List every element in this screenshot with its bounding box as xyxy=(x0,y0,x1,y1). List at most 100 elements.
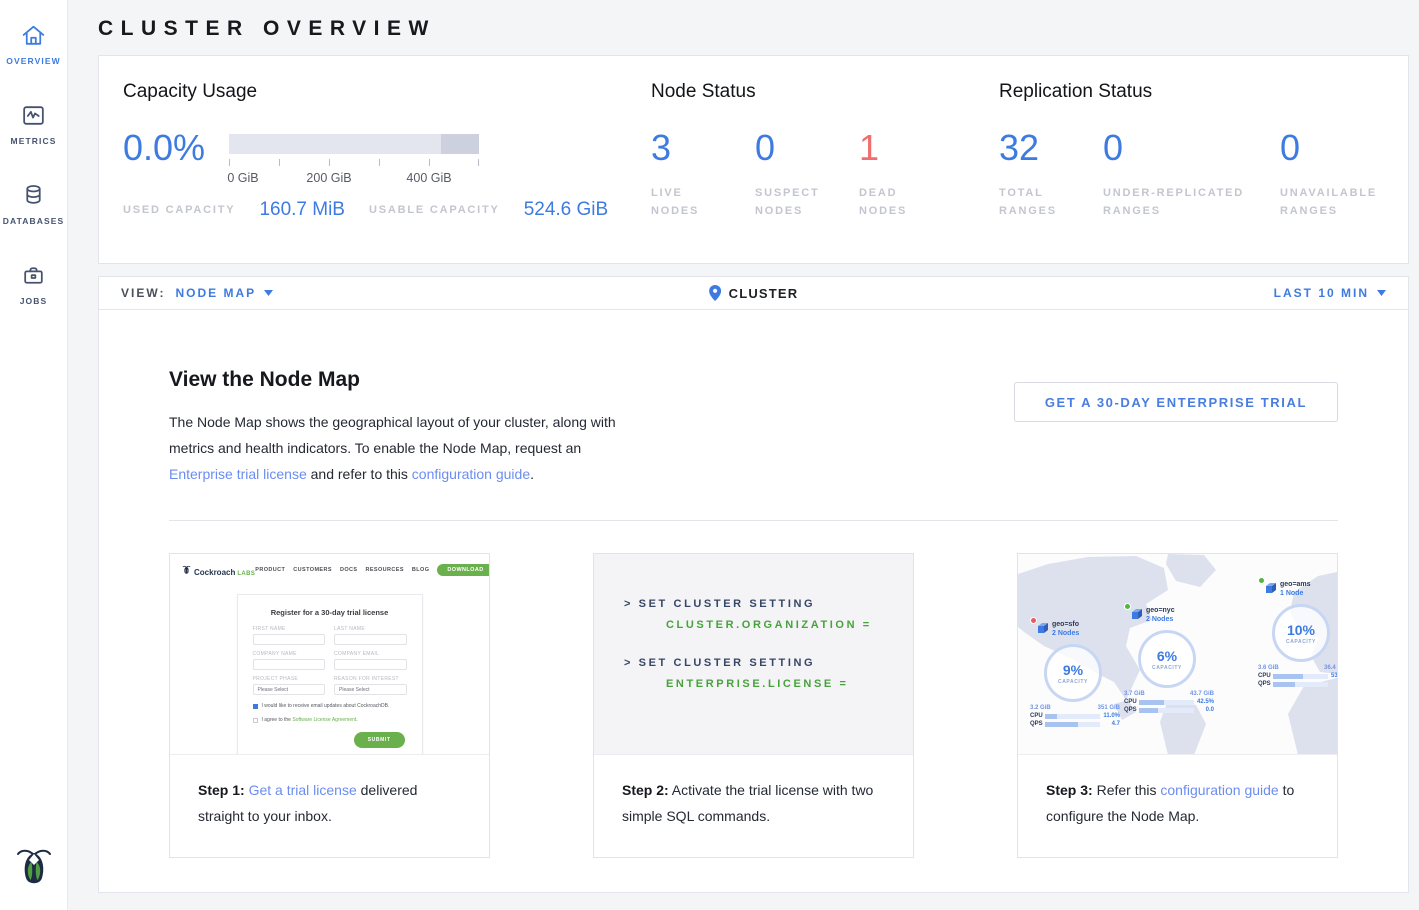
unavailable-ranges-metric: 0 UNAVAILABLE RANGES xyxy=(1280,128,1377,220)
tick-label: 200 GiB xyxy=(306,171,351,185)
dead-nodes-value: 1 xyxy=(859,128,907,168)
node-status-live-icon xyxy=(1258,577,1265,584)
node-total-capacity: 43.7 GiB xyxy=(1190,691,1214,697)
tick-label: 400 GiB xyxy=(406,171,451,185)
step1-label: Step 1: xyxy=(198,782,245,798)
node-total-capacity: 351 GiB xyxy=(1098,705,1120,711)
mini-site-field-label: COMPANY EMAIL xyxy=(334,651,407,657)
cockroach-bug-icon xyxy=(182,564,191,576)
node-status-title: Node Status xyxy=(651,81,999,103)
get-enterprise-trial-button[interactable]: GET A 30-DAY ENTERPRISE TRIAL xyxy=(1014,382,1338,422)
capacity-gauge: 10% CAPACITY xyxy=(1272,604,1330,662)
mini-site-download-button: DOWNLOAD xyxy=(437,564,489,576)
qps-label: QPS xyxy=(1030,721,1045,727)
capacity-gauge: 6% CAPACITY xyxy=(1138,630,1196,688)
node-map-panel: View the Node Map The Node Map shows the… xyxy=(98,310,1409,893)
step2-label: Step 2: xyxy=(622,782,669,798)
mini-site-field-label: REASON FOR INTEREST xyxy=(334,676,407,682)
node-total-capacity: 36.4 GiB xyxy=(1324,665,1337,671)
total-ranges-metric: 32 TOTAL RANGES xyxy=(999,128,1103,220)
mini-site-nav-item: BLOG xyxy=(412,567,430,573)
total-ranges-value: 32 xyxy=(999,128,1103,168)
description-text: The Node Map shows the geographical layo… xyxy=(169,414,616,456)
dead-nodes-metric: 1 DEAD NODES xyxy=(859,128,907,220)
node-map-title: View the Node Map xyxy=(169,368,631,392)
mini-site-brand-suffix: LABS xyxy=(237,571,255,577)
step2-caption: Step 2: Activate the trial license with … xyxy=(594,755,913,857)
mini-site-checkbox-text: I agree to the Software License Agreemen… xyxy=(262,717,358,723)
suspect-nodes-value: 0 xyxy=(755,128,859,168)
sidebar: OVERVIEW METRICS DATABASES JOBS xyxy=(0,0,68,910)
node-status-live-icon xyxy=(1124,603,1131,610)
sidebar-item-overview[interactable]: OVERVIEW xyxy=(0,16,67,96)
live-nodes-metric: 3 LIVE NODES xyxy=(651,128,755,220)
node-count-label: 2 Nodes xyxy=(1052,629,1079,638)
view-bar: VIEW: NODE MAP CLUSTER LAST 10 MIN xyxy=(98,276,1409,310)
cpu-label: CPU xyxy=(1124,699,1139,705)
map-node-ams: geo=ams 1 Node 10% CAPACITY 3.6 GiB 36.4… xyxy=(1258,580,1337,687)
replication-status-title: Replication Status xyxy=(999,81,1384,103)
view-selector-value: NODE MAP xyxy=(175,286,256,300)
node-cube-icon xyxy=(1130,608,1142,620)
step1-card: Cockroach LABS PRODUCT CUSTOMERS DOCS RE… xyxy=(169,553,490,858)
cpu-label: CPU xyxy=(1258,673,1273,679)
time-range-dropdown[interactable]: LAST 10 MIN xyxy=(1274,286,1386,300)
under-replicated-ranges-metric: 0 UNDER-REPLICATED RANGES xyxy=(1103,128,1280,220)
usable-capacity-label: USABLE CAPACITY xyxy=(369,202,500,219)
sidebar-item-label: DATABASES xyxy=(3,216,65,226)
used-capacity-value: 160.7 MiB xyxy=(259,199,345,221)
mini-site-header: Cockroach LABS PRODUCT CUSTOMERS DOCS RE… xyxy=(170,554,489,577)
get-trial-license-link[interactable]: Get a trial license xyxy=(249,782,357,798)
node-count-label: 2 Nodes xyxy=(1146,615,1175,624)
node-cube-icon xyxy=(1036,622,1048,634)
suspect-nodes-metric: 0 SUSPECT NODES xyxy=(755,128,859,220)
sql-command: > SET CLUSTER SETTING xyxy=(624,598,913,610)
mini-site-field-label: LAST NAME xyxy=(334,626,407,632)
cpu-value: 42.5% xyxy=(1197,699,1214,705)
cockroachdb-logo[interactable] xyxy=(15,841,53,898)
step2-card: > SET CLUSTER SETTING CLUSTER.ORGANIZATI… xyxy=(593,553,914,858)
cpu-bar xyxy=(1045,714,1100,719)
sql-setting: CLUSTER.ORGANIZATION = xyxy=(666,619,913,631)
cluster-breadcrumb: CLUSTER xyxy=(709,285,799,301)
databases-icon xyxy=(20,182,47,209)
metrics-icon xyxy=(20,102,47,129)
mini-site-nav-item: PRODUCT xyxy=(255,567,285,573)
total-ranges-label: TOTAL RANGES xyxy=(999,184,1103,220)
sql-setting: ENTERPRISE.LICENSE = xyxy=(666,678,913,690)
replication-status-section: Replication Status 32 TOTAL RANGES 0 UND… xyxy=(999,81,1384,263)
capacity-usage-title: Capacity Usage xyxy=(123,81,651,103)
mini-site-nav: PRODUCT CUSTOMERS DOCS RESOURCES BLOG DO… xyxy=(255,564,489,576)
node-status-dead-icon xyxy=(1030,617,1037,624)
live-nodes-value: 3 xyxy=(651,128,755,168)
enterprise-trial-license-link[interactable]: Enterprise trial license xyxy=(169,466,307,482)
view-selector-dropdown[interactable]: NODE MAP xyxy=(175,286,273,300)
gauge-capacity-label: CAPACITY xyxy=(1286,639,1316,645)
unavailable-ranges-value: 0 xyxy=(1280,128,1377,168)
step3-label: Step 3: xyxy=(1046,782,1093,798)
mini-site-nav-item: RESOURCES xyxy=(365,567,403,573)
sidebar-item-label: METRICS xyxy=(11,136,57,146)
mini-site-nav-item: CUSTOMERS xyxy=(293,567,332,573)
sidebar-item-databases[interactable]: DATABASES xyxy=(0,176,67,256)
configuration-guide-link[interactable]: configuration guide xyxy=(412,466,530,482)
chevron-down-icon xyxy=(1377,290,1386,296)
divider xyxy=(169,520,1338,521)
gauge-capacity-label: CAPACITY xyxy=(1058,679,1088,685)
page-title: CLUSTER OVERVIEW xyxy=(98,0,1409,55)
live-nodes-label: LIVE NODES xyxy=(651,184,755,220)
description-text: and refer to this xyxy=(307,466,412,482)
cockroach-bug-icon xyxy=(15,841,53,893)
mini-site-field-label: PROJECT PHASE xyxy=(253,676,326,682)
gauge-percent: 9% xyxy=(1063,662,1083,678)
capacity-bar-reserved-segment xyxy=(441,134,479,154)
cpu-value: 53.3% xyxy=(1331,673,1337,679)
sidebar-item-jobs[interactable]: JOBS xyxy=(0,256,67,336)
mini-site-input xyxy=(334,659,407,670)
configuration-guide-link[interactable]: configuration guide xyxy=(1160,782,1278,798)
mini-site-input xyxy=(253,659,326,670)
mini-site-checkbox-text: I would like to receive email updates ab… xyxy=(262,703,390,709)
jobs-icon xyxy=(20,262,47,289)
sidebar-item-metrics[interactable]: METRICS xyxy=(0,96,67,176)
mini-site-submit-button: SUBMIT xyxy=(354,732,405,748)
